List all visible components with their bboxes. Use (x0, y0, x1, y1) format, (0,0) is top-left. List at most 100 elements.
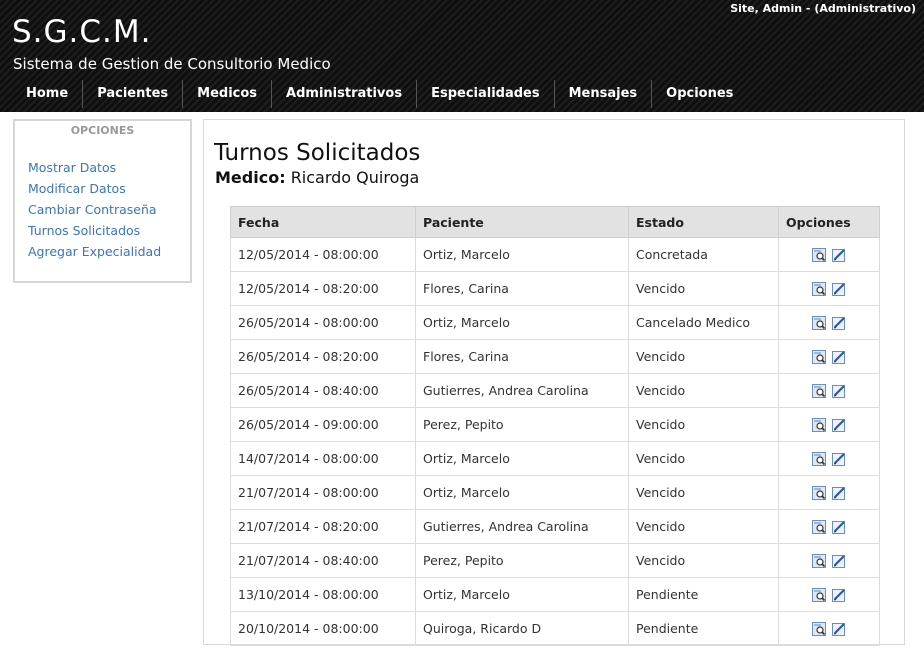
col-fecha: Fecha (230, 206, 416, 238)
table-row: 26/05/2014 - 08:40:00 Gutierres, Andrea C… (230, 373, 880, 408)
table-row: 21/07/2014 - 08:00:00 Ortiz, Marcelo Venci… (230, 475, 880, 510)
medico-line: Medico: Ricardo Quiroga (215, 168, 419, 187)
sidebar-item-mostrar-datos[interactable]: Mostrar Datos (28, 157, 190, 178)
cell-paciente: Ortiz, Marcelo (415, 237, 629, 272)
view-icon[interactable] (812, 554, 826, 569)
cell-paciente: Gutierres, Andrea Carolina (415, 509, 629, 544)
nav-pacientes[interactable]: Pacientes (83, 80, 184, 108)
view-icon[interactable] (812, 384, 826, 399)
site-title[interactable]: S.G.C.M. (12, 14, 152, 50)
nav-administrativos[interactable]: Administrativos (272, 80, 418, 108)
edit-icon[interactable] (832, 248, 846, 263)
cell-paciente: Gutierres, Andrea Carolina (415, 373, 629, 408)
cell-fecha: 21/07/2014 - 08:00:00 (230, 475, 416, 510)
view-icon[interactable] (812, 418, 826, 433)
nav-opciones[interactable]: Opciones (652, 80, 747, 108)
view-icon[interactable] (812, 486, 826, 501)
view-icon[interactable] (812, 622, 826, 637)
table-row: 26/05/2014 - 08:00:00 Ortiz, Marcelo Cance… (230, 305, 880, 340)
site-subtitle: Sistema de Gestion de Consultorio Medico (13, 55, 331, 73)
view-icon[interactable] (812, 316, 826, 331)
cell-fecha: 14/07/2014 - 08:00:00 (230, 441, 416, 476)
nav-mensajes[interactable]: Mensajes (555, 80, 653, 108)
cell-opciones (778, 611, 880, 646)
edit-icon[interactable] (832, 384, 846, 399)
edit-icon[interactable] (832, 622, 846, 637)
cell-fecha: 26/05/2014 - 09:00:00 (230, 407, 416, 442)
user-info: Site, Admin - (Administrativo) (730, 2, 916, 15)
cell-estado: Vencido (628, 509, 779, 544)
cell-opciones (778, 237, 880, 272)
cell-opciones (778, 543, 880, 578)
cell-opciones (778, 339, 880, 374)
cell-fecha: 26/05/2014 - 08:00:00 (230, 305, 416, 340)
edit-icon[interactable] (832, 350, 846, 365)
nav-especialidades[interactable]: Especialidades (417, 80, 555, 108)
medico-label: Medico: (215, 168, 286, 187)
cell-paciente: Flores, Carina (415, 339, 629, 374)
page-title: Turnos Solicitados (214, 140, 421, 166)
cell-estado: Vencido (628, 475, 779, 510)
edit-icon[interactable] (832, 554, 846, 569)
nav-home[interactable]: Home (12, 80, 84, 108)
sidebar-item-turnos-solicitados[interactable]: Turnos Solicitados (28, 220, 190, 241)
cell-opciones (778, 407, 880, 442)
table-row: 12/05/2014 - 08:20:00 Flores, Carina Venci… (230, 271, 880, 306)
cell-fecha: 21/07/2014 - 08:40:00 (230, 543, 416, 578)
edit-icon[interactable] (832, 486, 846, 501)
sidebar-item-modificar-datos[interactable]: Modificar Datos (28, 178, 190, 199)
cell-opciones (778, 271, 880, 306)
cell-paciente: Ortiz, Marcelo (415, 305, 629, 340)
cell-fecha: 21/07/2014 - 08:20:00 (230, 509, 416, 544)
cell-opciones (778, 509, 880, 544)
cell-opciones (778, 475, 880, 510)
cell-paciente: Ortiz, Marcelo (415, 441, 629, 476)
view-icon[interactable] (812, 248, 826, 263)
col-estado: Estado (628, 206, 779, 238)
medico-name: Ricardo Quiroga (290, 168, 420, 187)
sidebar-item-cambiar-contrasena[interactable]: Cambiar Contraseña (28, 199, 190, 220)
cell-paciente: Quiroga, Ricardo D (415, 611, 629, 646)
nav-medicos[interactable]: Medicos (183, 80, 273, 108)
cell-fecha: 12/05/2014 - 08:00:00 (230, 237, 416, 272)
table-row: 21/07/2014 - 08:20:00 Gutierres, Andrea C… (230, 509, 880, 544)
cell-fecha: 20/10/2014 - 08:00:00 (230, 611, 416, 646)
table-row: 12/05/2014 - 08:00:00 Ortiz, Marcelo Concr… (230, 237, 880, 272)
cell-paciente: Ortiz, Marcelo (415, 577, 629, 612)
cell-fecha: 12/05/2014 - 08:20:00 (230, 271, 416, 306)
cell-estado: Vencido (628, 407, 779, 442)
cell-opciones (778, 441, 880, 476)
cell-estado: Pendiente (628, 577, 779, 612)
edit-icon[interactable] (832, 282, 846, 297)
view-icon[interactable] (812, 282, 826, 297)
cell-estado: Vencido (628, 373, 779, 408)
view-icon[interactable] (812, 452, 826, 467)
edit-icon[interactable] (832, 520, 846, 535)
sidebar-item-agregar-especialidad[interactable]: Agregar Expecialidad (28, 241, 190, 262)
cell-estado: Vencido (628, 543, 779, 578)
cell-paciente: Ortiz, Marcelo (415, 475, 629, 510)
main-nav: Home Pacientes Medicos Administrativos E… (12, 78, 747, 110)
col-opciones: Opciones (778, 206, 880, 238)
cell-paciente: Flores, Carina (415, 271, 629, 306)
view-icon[interactable] (812, 350, 826, 365)
edit-icon[interactable] (832, 418, 846, 433)
header: Site, Admin - (Administrativo) S.G.C.M. … (0, 0, 924, 112)
col-paciente: Paciente (415, 206, 629, 238)
table-header-row: Fecha Paciente Estado Opciones (230, 206, 880, 238)
edit-icon[interactable] (832, 452, 846, 467)
cell-estado: Concretada (628, 237, 779, 272)
cell-fecha: 13/10/2014 - 08:00:00 (230, 577, 416, 612)
cell-estado: Vencido (628, 271, 779, 306)
view-icon[interactable] (812, 588, 826, 603)
table-row: 26/05/2014 - 09:00:00 Perez, Pepito Vencid… (230, 407, 880, 442)
table-row: 21/07/2014 - 08:40:00 Perez, Pepito Vencid… (230, 543, 880, 578)
main-content: Turnos Solicitados Medico: Ricardo Quiro… (203, 119, 905, 646)
edit-icon[interactable] (832, 316, 846, 331)
edit-icon[interactable] (832, 588, 846, 603)
cell-estado: Vencido (628, 441, 779, 476)
view-icon[interactable] (812, 520, 826, 535)
table-row: 13/10/2014 - 08:00:00 Ortiz, Marcelo Pendi… (230, 577, 880, 612)
sidebar: OPCIONES Mostrar Datos Modificar Datos C… (13, 119, 192, 283)
table-row: 20/10/2014 - 08:00:00 Quiroga, Ricardo DP… (230, 611, 880, 646)
